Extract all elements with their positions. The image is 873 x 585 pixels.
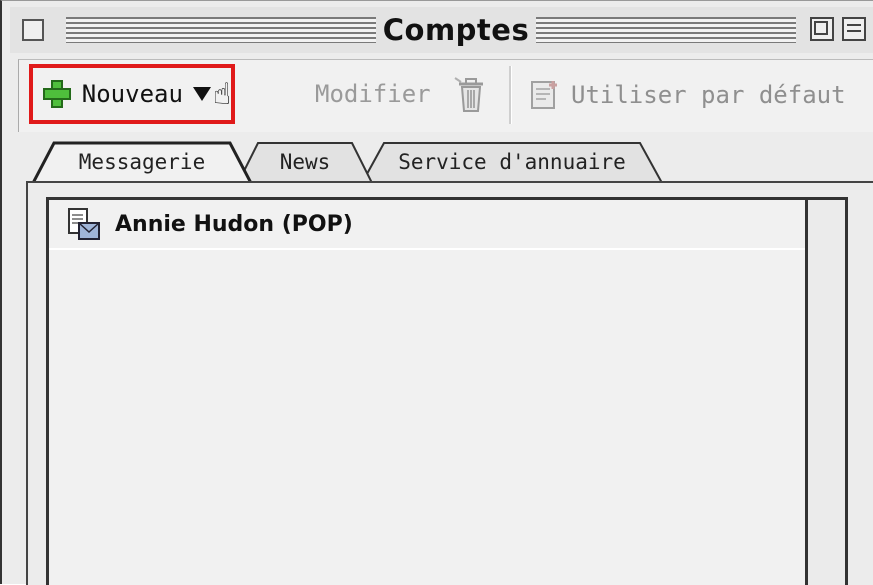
tab-bar: Service d'annuaire News Messagerie xyxy=(18,133,873,185)
close-box[interactable] xyxy=(22,19,44,41)
tab-directory-service-label: Service d'annuaire xyxy=(398,150,626,174)
set-default-label: Utiliser par défaut xyxy=(571,81,846,109)
tab-news[interactable]: News xyxy=(238,141,372,183)
plus-icon xyxy=(43,80,71,108)
account-name: Annie Hudon (POP) xyxy=(115,211,353,237)
vertical-scrollbar[interactable] xyxy=(808,197,848,585)
tab-directory-service[interactable]: Service d'annuaire xyxy=(362,141,662,183)
set-default-icon xyxy=(531,81,557,109)
list-item[interactable]: Annie Hudon (POP) xyxy=(49,200,805,250)
accounts-list[interactable]: Annie Hudon (POP) xyxy=(46,197,808,585)
chevron-down-icon[interactable] xyxy=(192,87,211,101)
mail-account-icon xyxy=(68,208,100,240)
new-account-button[interactable]: Nouveau ☝ xyxy=(29,64,235,124)
new-account-label: Nouveau xyxy=(81,80,183,108)
zoom-box[interactable] xyxy=(810,17,834,41)
hand-cursor-icon: ☝ xyxy=(212,76,231,112)
title-stripes-left xyxy=(66,17,376,43)
trash-icon[interactable] xyxy=(453,74,489,114)
window-title: Comptes xyxy=(382,13,530,47)
accounts-window: Comptes Nouveau ☝ Modifier Utiliser par … xyxy=(0,0,873,585)
title-bar[interactable]: Comptes xyxy=(10,7,873,53)
toolbar-separator xyxy=(509,66,512,124)
modify-button[interactable]: Modifier xyxy=(315,80,431,108)
collapse-box[interactable] xyxy=(842,17,866,41)
tab-mail-label: Messagerie xyxy=(78,150,206,174)
modify-label: Modifier xyxy=(315,80,431,108)
toolbar: Nouveau ☝ Modifier Utiliser par défaut xyxy=(18,59,873,132)
tab-mail[interactable]: Messagerie xyxy=(32,141,252,183)
set-default-button[interactable]: Utiliser par défaut xyxy=(529,78,846,112)
title-stripes-right xyxy=(536,17,796,43)
tab-news-label: News xyxy=(279,150,331,174)
